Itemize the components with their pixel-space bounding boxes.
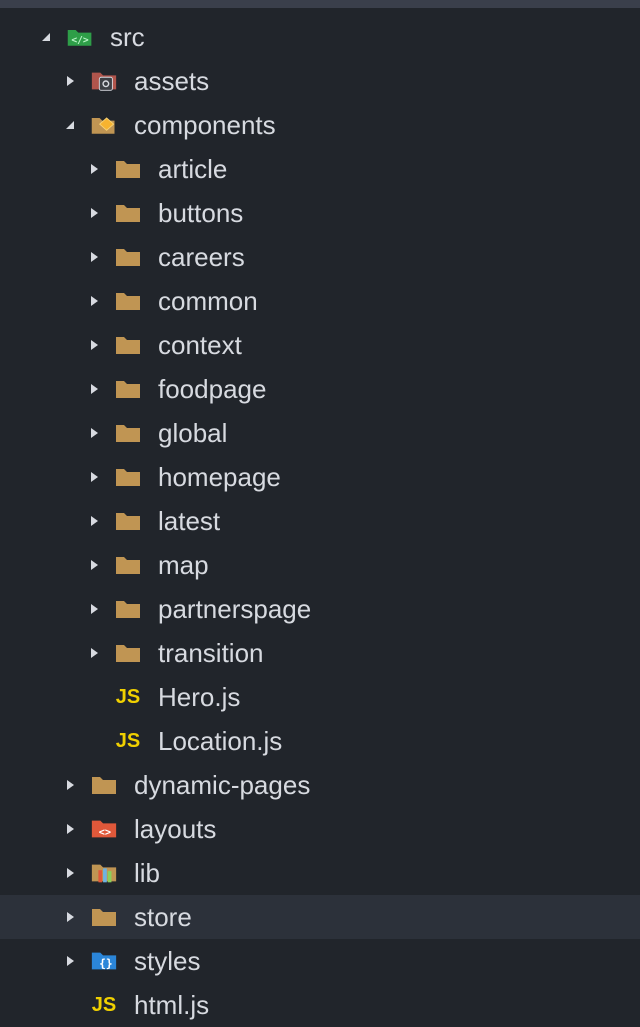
tree-item-label: html.js — [134, 990, 210, 1020]
tree-item-label: careers — [158, 242, 245, 272]
components-folder-icon — [90, 113, 118, 137]
tree-folder-row[interactable]: map — [0, 543, 640, 587]
folder-icon — [114, 157, 142, 181]
chevron-right-icon[interactable] — [88, 383, 100, 395]
svg-text:<>: <> — [99, 827, 111, 839]
folder-icon — [114, 553, 142, 577]
tree-folder-row[interactable]: dynamic-pages — [0, 763, 640, 807]
styles-folder-icon: {} — [90, 949, 118, 973]
tree-folder-row[interactable]: partnerspage — [0, 587, 640, 631]
tree-item-label: context — [158, 330, 242, 360]
chevron-down-icon[interactable] — [40, 31, 52, 43]
tree-item-label: Location.js — [158, 726, 283, 756]
chevron-right-icon[interactable] — [88, 207, 100, 219]
folder-icon — [114, 509, 142, 533]
tree-item-label: components — [134, 110, 276, 140]
tree-folder-row[interactable]: homepage — [0, 455, 640, 499]
tree-item-label: latest — [158, 506, 221, 536]
chevron-down-icon[interactable] — [64, 119, 76, 131]
tree-folder-row[interactable]: {} styles — [0, 939, 640, 983]
javascript-file-icon: JS — [114, 685, 142, 709]
tree-folder-row[interactable]: common — [0, 279, 640, 323]
tree-folder-row[interactable]: latest — [0, 499, 640, 543]
tree-item-label: styles — [134, 946, 201, 976]
assets-folder-icon — [90, 69, 118, 93]
tree-file-row[interactable]: JS html.js — [0, 983, 640, 1027]
top-border — [0, 0, 640, 8]
tree-item-label: lib — [134, 858, 161, 888]
tree-folder-row[interactable]: buttons — [0, 191, 640, 235]
folder-icon — [114, 377, 142, 401]
tree-folder-row[interactable]: transition — [0, 631, 640, 675]
chevron-right-icon[interactable] — [88, 559, 100, 571]
tree-item-label: dynamic-pages — [134, 770, 311, 800]
tree-item-label: src — [110, 22, 145, 52]
javascript-file-icon: JS — [90, 993, 118, 1017]
tree-item-label: buttons — [158, 198, 244, 228]
chevron-right-icon[interactable] — [88, 339, 100, 351]
folder-icon — [114, 641, 142, 665]
chevron-right-icon[interactable] — [88, 603, 100, 615]
tree-item-label: transition — [158, 638, 264, 668]
tree-folder-row[interactable]: context — [0, 323, 640, 367]
tree-folder-row[interactable]: components — [0, 103, 640, 147]
chevron-right-icon[interactable] — [88, 647, 100, 659]
chevron-right-icon[interactable] — [64, 75, 76, 87]
svg-text:</>: </> — [71, 35, 89, 46]
tree-folder-row[interactable]: careers — [0, 235, 640, 279]
tree-item-label: global — [158, 418, 228, 448]
tree-folder-row[interactable]: assets — [0, 59, 640, 103]
chevron-right-icon[interactable] — [88, 295, 100, 307]
tree-file-row[interactable]: JS Location.js — [0, 719, 640, 763]
folder-icon — [90, 905, 118, 929]
javascript-file-icon-label: JS — [115, 729, 141, 752]
tree-item-label: assets — [134, 66, 210, 96]
tree-folder-row[interactable]: global — [0, 411, 640, 455]
tree-folder-row[interactable]: </> src — [0, 15, 640, 59]
chevron-right-icon[interactable] — [88, 427, 100, 439]
tree-file-row[interactable]: JS Hero.js — [0, 675, 640, 719]
folder-icon — [114, 201, 142, 225]
tree-item-label: store — [134, 902, 192, 932]
lib-folder-icon — [90, 861, 118, 885]
javascript-file-icon-label: JS — [91, 993, 117, 1016]
tree-item-label: article — [158, 154, 228, 184]
src-folder-icon: </> — [66, 25, 94, 49]
folder-icon — [114, 597, 142, 621]
tree-item-label: foodpage — [158, 374, 267, 404]
chevron-right-icon[interactable] — [88, 163, 100, 175]
folder-icon — [114, 465, 142, 489]
tree-item-label: map — [158, 550, 209, 580]
chevron-right-icon[interactable] — [64, 955, 76, 967]
tree-item-label: homepage — [158, 462, 281, 492]
tree-item-label: Hero.js — [158, 682, 241, 712]
tree-item-label: common — [158, 286, 258, 316]
chevron-right-icon[interactable] — [64, 867, 76, 879]
tree-folder-row[interactable]: <> layouts — [0, 807, 640, 851]
tree-folder-row[interactable]: foodpage — [0, 367, 640, 411]
chevron-right-icon[interactable] — [64, 823, 76, 835]
javascript-file-icon-label: JS — [115, 685, 141, 708]
folder-icon — [114, 421, 142, 445]
tree-item-label: partnerspage — [158, 594, 312, 624]
layouts-folder-icon: <> — [90, 817, 118, 841]
chevron-right-icon[interactable] — [64, 911, 76, 923]
chevron-right-icon[interactable] — [88, 251, 100, 263]
tree-folder-row[interactable]: article — [0, 147, 640, 191]
folder-icon — [114, 245, 142, 269]
javascript-file-icon: JS — [114, 729, 142, 753]
folder-icon — [90, 773, 118, 797]
tree-folder-row[interactable]: store — [0, 895, 640, 939]
folder-icon — [114, 333, 142, 357]
tree-item-label: layouts — [134, 814, 217, 844]
chevron-right-icon[interactable] — [88, 515, 100, 527]
chevron-right-icon[interactable] — [64, 779, 76, 791]
chevron-right-icon[interactable] — [88, 471, 100, 483]
folder-icon — [114, 289, 142, 313]
svg-text:{}: {} — [99, 958, 112, 971]
tree-folder-row[interactable]: lib — [0, 851, 640, 895]
